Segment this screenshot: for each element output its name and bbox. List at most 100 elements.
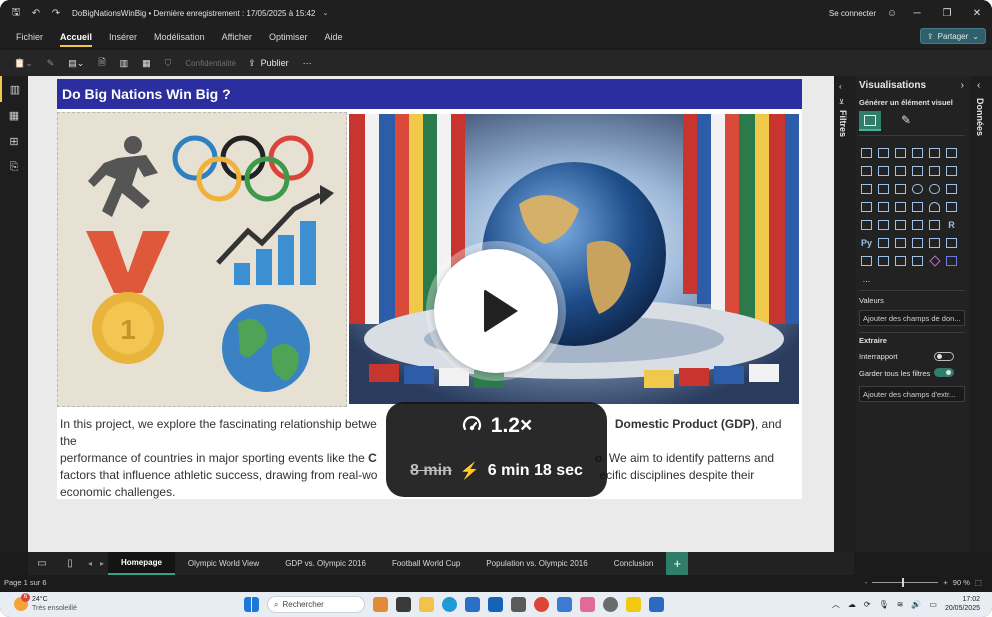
line-column-chart-icon[interactable] <box>910 164 925 178</box>
next-page-arrow[interactable]: ▸ <box>96 559 108 568</box>
tab-olympic-world-view[interactable]: Olympic World View <box>175 552 272 575</box>
outlook-icon[interactable] <box>488 597 503 612</box>
zoom-in-button[interactable]: + <box>943 578 947 587</box>
ribbon-chart-icon[interactable] <box>944 164 959 178</box>
decomposition-tree-icon[interactable] <box>893 236 908 250</box>
play-icon[interactable] <box>484 289 518 333</box>
format-visual-icon[interactable]: ✎ <box>901 113 911 127</box>
taskbar-search[interactable]: ⌕ Rechercher <box>267 596 365 613</box>
word-icon[interactable] <box>649 597 664 612</box>
table-dropdown-icon[interactable]: ▤⌄ <box>68 58 84 69</box>
data-pane[interactable]: ‹ Données <box>970 76 992 552</box>
100-column-chart-icon[interactable] <box>944 146 959 160</box>
weather-widget[interactable]: 6 24°C Très ensoleillé <box>14 593 77 613</box>
diamond-visual-icon[interactable] <box>927 254 942 268</box>
menu-afficher[interactable]: Afficher <box>222 32 252 42</box>
page-icon[interactable]: 🗎 <box>98 55 105 71</box>
menu-inserer[interactable]: Insérer <box>109 32 137 42</box>
maximize-button[interactable]: ❐ <box>932 8 962 19</box>
start-button[interactable] <box>244 597 259 612</box>
drillthrough-field-well[interactable]: Ajouter des champs d'extr... <box>859 386 965 402</box>
format-painter-icon[interactable]: ✎ <box>47 58 55 69</box>
python-visual-icon[interactable]: Py <box>859 236 874 250</box>
close-button[interactable]: ✕ <box>962 8 992 19</box>
settings-icon[interactable] <box>603 597 618 612</box>
key-influencers-icon[interactable] <box>876 236 891 250</box>
gauge-icon[interactable] <box>927 200 942 214</box>
build-visual-tab[interactable] <box>859 111 881 131</box>
clustered-bar-chart-icon[interactable] <box>893 146 908 160</box>
chevron-down-icon[interactable]: ⌄ <box>315 9 335 17</box>
wifi-icon[interactable]: ≋ <box>897 600 904 609</box>
keep-filters-toggle[interactable] <box>934 368 954 377</box>
power-apps-icon[interactable] <box>876 254 891 268</box>
treemap-icon[interactable] <box>944 182 959 196</box>
sync-icon[interactable]: ⟳ <box>864 600 871 609</box>
zoom-slider-thumb[interactable] <box>902 578 905 587</box>
power-bi-icon[interactable] <box>626 597 641 612</box>
smart-narrative-icon[interactable] <box>927 236 942 250</box>
file-explorer-icon[interactable] <box>419 597 434 612</box>
report-view-icon[interactable]: ▥ <box>0 76 28 102</box>
edge-icon[interactable] <box>442 597 457 612</box>
model-view-icon[interactable]: ⊞ <box>0 128 28 154</box>
donut-chart-icon[interactable] <box>927 182 942 196</box>
arcgis-map-icon[interactable] <box>910 254 925 268</box>
multi-row-card-icon[interactable] <box>859 218 874 232</box>
stacked-column-chart-icon[interactable] <box>876 146 891 160</box>
menu-optimiser[interactable]: Optimiser <box>269 32 308 42</box>
filled-map-icon[interactable] <box>876 200 891 214</box>
playback-speed[interactable]: 1.2× <box>491 414 532 438</box>
notepad-icon[interactable] <box>557 597 572 612</box>
document-title[interactable]: DoBigNationsWinBig • Dernière enregistre… <box>72 9 315 18</box>
chevron-left-icon[interactable]: ‹ <box>977 80 980 91</box>
azure-map-icon[interactable] <box>910 200 925 214</box>
clustered-column-chart-icon[interactable] <box>910 146 925 160</box>
filters-label[interactable]: Filtres <box>838 110 848 137</box>
menu-accueil[interactable]: Accueil <box>60 32 93 47</box>
fit-to-page-icon[interactable]: ⬚ <box>975 578 982 587</box>
cross-report-toggle[interactable] <box>934 352 954 361</box>
add-page-button[interactable]: + <box>666 552 689 575</box>
area-chart-icon[interactable] <box>876 164 891 178</box>
stacked-bar-chart-icon[interactable] <box>859 146 874 160</box>
menu-aide[interactable]: Aide <box>324 32 342 42</box>
100-bar-chart-icon[interactable] <box>927 146 942 160</box>
data-label[interactable]: Données <box>975 98 985 136</box>
chevron-left-icon[interactable]: ‹ <box>839 82 842 91</box>
tab-population-vs-olympic-2016[interactable]: Population vs. Olympic 2016 <box>473 552 600 575</box>
zoom-slider[interactable] <box>872 578 939 587</box>
more-visuals-button[interactable]: ... <box>859 272 874 286</box>
scatter-chart-icon[interactable] <box>893 182 908 196</box>
line-stacked-column-icon[interactable] <box>927 164 942 178</box>
menu-fichier[interactable]: Fichier <box>16 32 43 42</box>
cloud-icon[interactable]: ☁ <box>848 600 856 609</box>
chevrons-visual-icon[interactable] <box>944 254 959 268</box>
mobile-layout-icon[interactable]: ▯ <box>56 558 84 569</box>
share-button[interactable]: ⇪ Partager ⌄ <box>919 28 986 44</box>
store-icon[interactable] <box>465 597 480 612</box>
values-field-well[interactable]: Ajouter des champs de don... <box>859 310 965 326</box>
metrics-icon[interactable] <box>944 236 959 250</box>
shape-map-icon[interactable] <box>893 200 908 214</box>
paginated-report-icon[interactable] <box>859 254 874 268</box>
calculator-icon[interactable]: ▦ <box>142 58 151 69</box>
tab-football-world-cup[interactable]: Football World Cup <box>379 552 473 575</box>
microphone-icon[interactable]: 🎙 <box>879 600 889 609</box>
collapse-pane-icon[interactable]: › <box>961 80 964 91</box>
tab-homepage[interactable]: Homepage <box>108 552 175 575</box>
chevron-up-icon[interactable]: ︿ <box>832 599 840 610</box>
desktop-layout-icon[interactable]: ▭ <box>28 558 56 569</box>
tab-conclusion[interactable]: Conclusion <box>601 552 667 575</box>
menu-modelisation[interactable]: Modélisation <box>154 32 205 42</box>
tab-gdp-vs-olympic-2016[interactable]: GDP vs. Olympic 2016 <box>272 552 379 575</box>
save-icon[interactable]: 🖫 <box>6 5 26 22</box>
slicer-icon[interactable] <box>893 218 908 232</box>
sign-in-link[interactable]: Se connecter <box>829 9 876 18</box>
volume-icon[interactable]: 🔊 <box>911 600 921 609</box>
chrome-icon[interactable] <box>534 597 549 612</box>
clock[interactable]: 17:02 20/05/2025 <box>945 595 980 613</box>
kpi-icon[interactable] <box>876 218 891 232</box>
publish-button[interactable]: ⇪ Publier <box>248 58 289 69</box>
power-automate-icon[interactable] <box>893 254 908 268</box>
